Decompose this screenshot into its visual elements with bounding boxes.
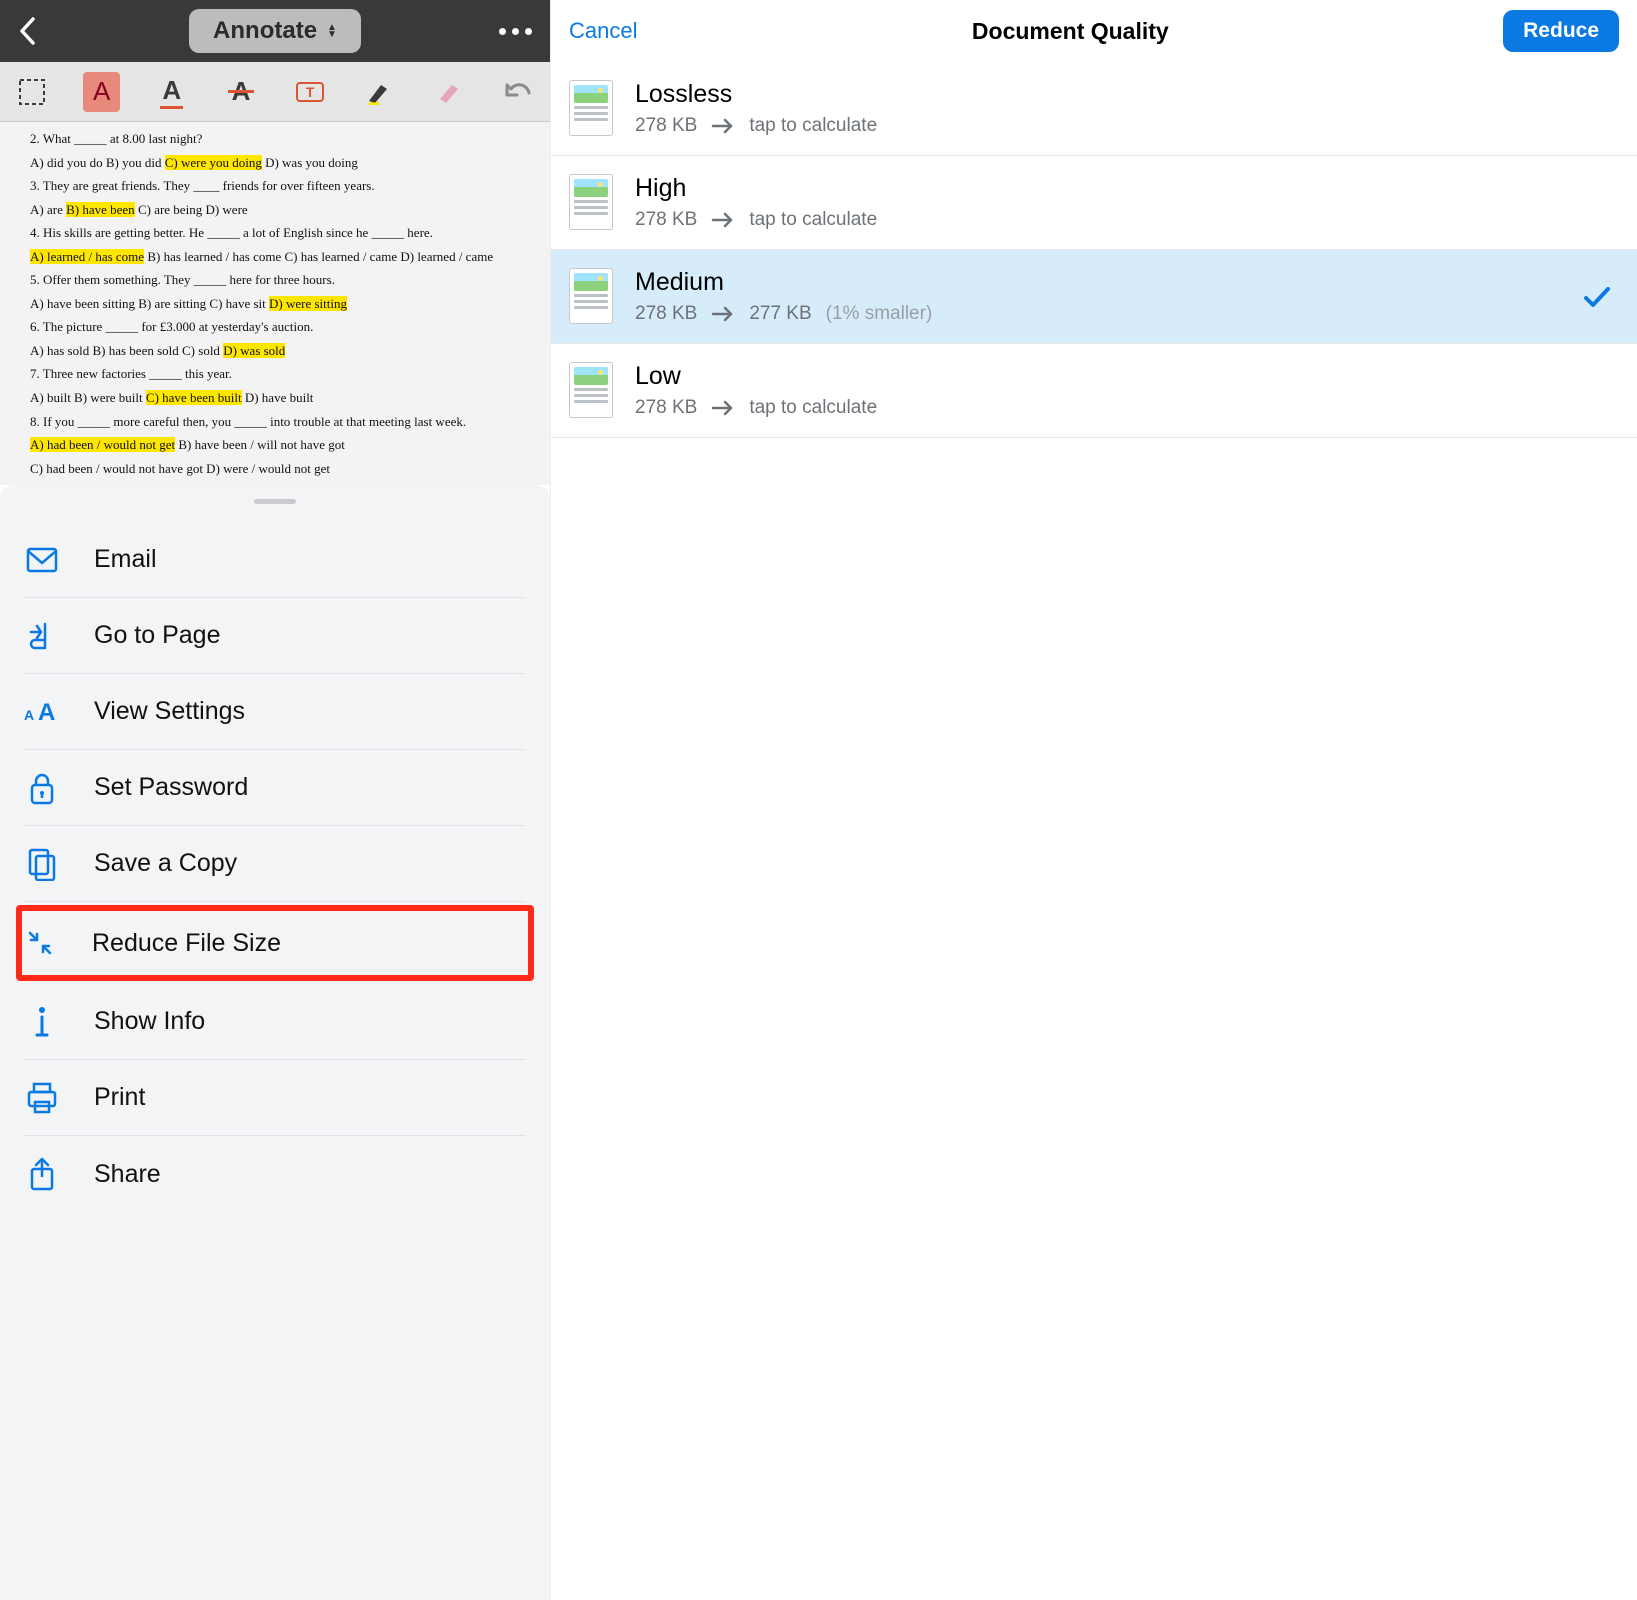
arrow-right-icon [711,118,735,134]
action-menu: Email Go to Page AA View Settings Set Passwo… [0,522,550,1212]
compress-icon [22,927,58,959]
option-subtitle: 278 KBtap to calculate [635,209,1615,231]
arrow-right-icon [711,212,735,228]
option-title: Low [635,362,1615,391]
share-icon [24,1157,60,1191]
arrow-right-icon [711,306,735,322]
menu-item-label: Reduce File Size [92,929,281,958]
email-icon [24,547,60,573]
underline-icon[interactable]: A [154,72,189,112]
menu-item-label: Share [94,1160,161,1189]
menu-item-email[interactable]: Email [24,522,526,598]
freehand-icon[interactable] [362,72,397,112]
mode-selector[interactable]: Annotate [189,9,361,53]
more-icon[interactable] [499,28,532,35]
reduce-button[interactable]: Reduce [1503,10,1619,52]
quality-option-medium[interactable]: Medium 278 KB277 KB(1% smaller) [551,250,1637,344]
quality-option-high[interactable]: High 278 KBtap to calculate [551,156,1637,250]
annotate-toolbar: A A A T [0,62,550,122]
option-title: Lossless [635,80,1615,109]
text-highlight-icon[interactable]: A [83,72,120,112]
right-screenshot: Cancel Document Quality Reduce Lossless 2… [550,0,1637,1600]
arrow-right-icon [711,400,735,416]
option-subtitle: 278 KBtap to calculate [635,397,1615,419]
menu-item-view-settings[interactable]: AA View Settings [24,674,526,750]
undo-icon[interactable] [501,72,536,112]
left-screenshot: Annotate A A A T 2. What _____ at 8.00 l… [0,0,550,1600]
svg-text:A: A [24,707,34,723]
strikethrough-icon[interactable]: A [223,72,258,112]
updown-icon [327,24,337,38]
menu-item-set-password[interactable]: Set Password [24,750,526,826]
back-icon[interactable] [18,16,38,46]
thumbnail-icon [569,362,613,418]
action-sheet: Email Go to Page AA View Settings Set Passwo… [0,485,550,1600]
menu-item-label: Print [94,1083,145,1112]
menu-item-label: Show Info [94,1007,205,1036]
option-subtitle: 278 KB277 KB(1% smaller) [635,303,1615,325]
svg-text:A: A [38,699,55,726]
quality-options: Lossless 278 KBtap to calculate High 278 KB… [551,62,1637,438]
option-title: High [635,174,1615,203]
menu-item-label: Go to Page [94,621,220,650]
menu-item-label: Email [94,545,157,574]
print-icon [24,1082,60,1114]
lock-icon [24,771,60,805]
menu-item-label: View Settings [94,697,245,726]
mode-label: Annotate [213,17,317,45]
cancel-button[interactable]: Cancel [569,18,637,44]
menu-item-go-to-page[interactable]: Go to Page [24,598,526,674]
menu-item-print[interactable]: Print [24,1060,526,1136]
textbox-icon[interactable]: T [293,72,328,112]
thumbnail-icon [569,268,613,324]
svg-text:T: T [306,84,315,100]
document-preview: 2. What _____ at 8.00 last night?A) did … [0,122,550,485]
thumbnail-icon [569,80,613,136]
option-subtitle: 278 KBtap to calculate [635,115,1615,137]
quality-nav: Cancel Document Quality Reduce [551,0,1637,62]
quality-option-low[interactable]: Low 278 KBtap to calculate [551,344,1637,438]
menu-item-share[interactable]: Share [24,1136,526,1212]
eraser-icon[interactable] [431,72,466,112]
quality-option-lossless[interactable]: Lossless 278 KBtap to calculate [551,62,1637,156]
info-icon [24,1005,60,1039]
check-icon [1583,286,1611,308]
select-icon[interactable] [14,72,49,112]
thumbnail-icon [569,174,613,230]
view-settings-icon: AA [24,698,60,726]
page-title: Document Quality [972,18,1169,45]
copy-icon [24,847,60,881]
nav-bar: Annotate [0,0,550,62]
menu-item-save-a-copy[interactable]: Save a Copy [24,826,526,902]
option-title: Medium [635,268,1615,297]
menu-item-show-info[interactable]: Show Info [24,984,526,1060]
menu-item-label: Save a Copy [94,849,237,878]
sheet-grabber[interactable] [254,499,296,504]
menu-item-reduce-file-size[interactable]: Reduce File Size [16,905,534,981]
menu-item-label: Set Password [94,773,248,802]
goto-page-icon [24,620,60,652]
